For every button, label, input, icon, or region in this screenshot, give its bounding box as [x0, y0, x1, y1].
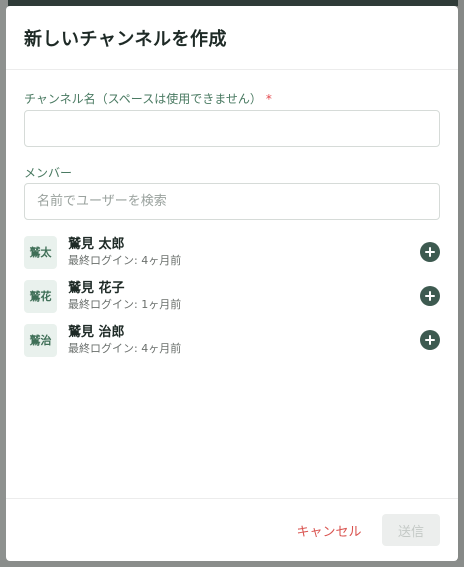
plus-circle-icon [425, 335, 435, 345]
members-label: メンバー [24, 166, 73, 180]
avatar: 鷲治 [24, 323, 57, 357]
required-mark: * [265, 92, 272, 106]
plus-circle-icon [425, 247, 435, 257]
user-search-input[interactable] [24, 183, 440, 220]
member-name: 鷲見 治郎 [68, 324, 125, 340]
modal-title: 新しいチャンネルを作成 [24, 28, 227, 50]
add-member-button[interactable] [420, 242, 440, 262]
avatar: 鷲太 [24, 235, 57, 269]
member-last-login: 最終ログイン: 4ヶ月前 [68, 341, 182, 355]
submit-button[interactable]: 送信 [382, 514, 440, 546]
add-member-button[interactable] [420, 330, 440, 350]
member-info: 鷲見 治郎 最終ログイン: 4ヶ月前 [68, 324, 181, 357]
member-info: 鷲見 太郎 最終ログイン: 4ヶ月前 [68, 236, 181, 269]
add-member-button[interactable] [420, 286, 440, 306]
member-item: 鷲花 鷲見 花子 最終ログイン: 1ヶ月前 [24, 274, 440, 318]
member-list: 鷲太 鷲見 太郎 最終ログイン: 4ヶ月前 鷲花 鷲見 花子 最終ログイン: 1… [24, 230, 440, 362]
plus-circle-icon [425, 291, 435, 301]
channel-name-input[interactable] [24, 110, 440, 147]
background-right-panel [458, 0, 464, 567]
member-item: 鷲治 鷲見 治郎 最終ログイン: 4ヶ月前 [24, 318, 440, 362]
member-last-login: 最終ログイン: 1ヶ月前 [68, 297, 182, 311]
modal-footer: キャンセル 送信 [6, 498, 458, 561]
member-info: 鷲見 花子 最終ログイン: 1ヶ月前 [68, 280, 181, 313]
avatar: 鷲花 [24, 279, 57, 313]
channel-name-label: チャンネル名（スペースは使用できません） * [24, 90, 272, 107]
cancel-button[interactable]: キャンセル [286, 514, 372, 546]
member-name: 鷲見 太郎 [68, 236, 125, 252]
background-bottom-bar [0, 560, 464, 567]
modal-header: 新しいチャンネルを作成 [6, 6, 458, 70]
channel-name-label-text: チャンネル名（スペースは使用できません） [24, 92, 262, 106]
member-last-login: 最終ログイン: 4ヶ月前 [68, 253, 182, 267]
member-name: 鷲見 花子 [68, 280, 125, 296]
member-item: 鷲太 鷲見 太郎 最終ログイン: 4ヶ月前 [24, 230, 440, 274]
create-channel-modal: 新しいチャンネルを作成 チャンネル名（スペースは使用できません）* メンバー 鷲… [6, 6, 458, 561]
